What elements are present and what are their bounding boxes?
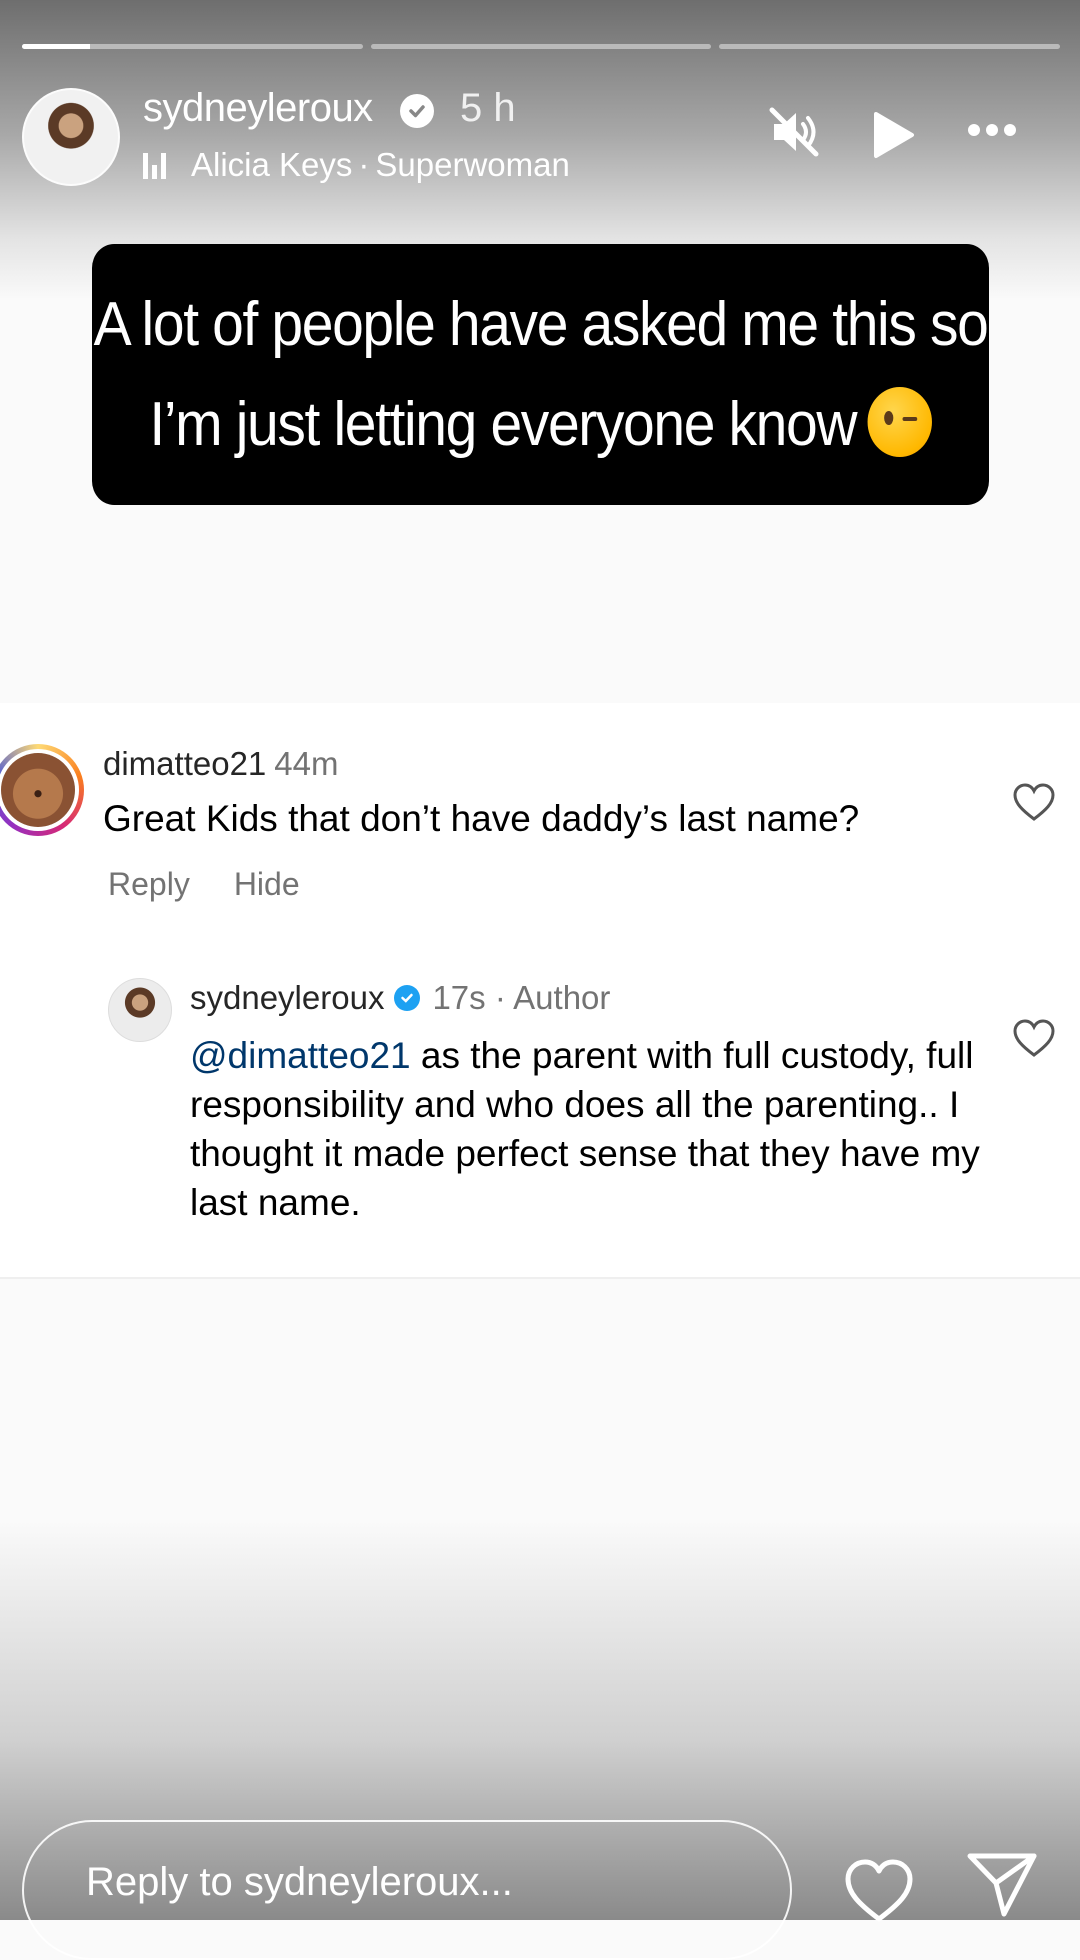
music-bars-icon — [143, 151, 171, 179]
progress-fill — [22, 44, 91, 49]
story-progress-bar — [22, 44, 1061, 49]
reply-header: sydneyleroux 17s · Author — [190, 979, 610, 1017]
comment-reply-button[interactable]: Reply — [108, 866, 190, 903]
reply-mention[interactable]: @dimatteo21 — [190, 1035, 411, 1076]
music-separator: · — [358, 146, 370, 183]
winking-face-emoji-icon — [867, 387, 932, 458]
reply-author-avatar[interactable] — [108, 978, 172, 1042]
music-attribution[interactable]: Alicia Keys · Superwoman — [143, 146, 570, 184]
story-timestamp: 5 h — [460, 86, 516, 130]
comment-like-heart-icon[interactable] — [1012, 782, 1056, 822]
caption-line-2: I’m just letting everyone know — [149, 389, 857, 459]
comment-actions: Reply Hide — [108, 866, 300, 903]
music-song: Superwoman — [375, 146, 570, 183]
caption-line-1: A lot of people have asked me this so — [93, 289, 989, 359]
reply-text: @dimatteo21 as the parent with full cust… — [190, 1031, 980, 1227]
commenter-username[interactable]: dimatteo21 — [103, 745, 266, 782]
progress-segment — [22, 44, 363, 49]
story-caption: A lot of people have asked me this so I’… — [92, 244, 989, 505]
mute-icon[interactable] — [766, 104, 822, 160]
reply-username[interactable]: sydneyleroux — [190, 979, 384, 1017]
more-options-icon[interactable] — [968, 124, 1016, 136]
caption-line-2-wrap: I’m just letting everyone know — [149, 375, 932, 475]
reply-input-placeholder: Reply to sydneyleroux... — [86, 1860, 513, 1904]
card-divider — [0, 1277, 1080, 1279]
comment-text: Great Kids that don’t have daddy’s last … — [103, 798, 860, 839]
comment-header: dimatteo21 44m — [103, 745, 338, 783]
comment-hide-button[interactable]: Hide — [234, 866, 300, 903]
reply-meta: 17s · Author — [432, 979, 611, 1016]
progress-segment — [719, 44, 1061, 49]
verified-badge-icon — [394, 985, 421, 1011]
story-username[interactable]: sydneyleroux — [143, 86, 373, 131]
story-like-heart-icon[interactable] — [843, 1858, 915, 1924]
play-icon[interactable] — [872, 110, 916, 160]
story-reply-input[interactable]: Reply to sydneyleroux... — [22, 1820, 792, 1960]
story-author-avatar[interactable] — [22, 88, 120, 186]
music-artist: Alicia Keys — [191, 146, 353, 183]
verified-badge-icon — [400, 94, 434, 128]
reply-like-heart-icon[interactable] — [1012, 1018, 1056, 1058]
send-direct-icon[interactable] — [966, 1850, 1038, 1920]
progress-segment — [370, 44, 712, 49]
comment-time: 44m — [274, 745, 339, 782]
